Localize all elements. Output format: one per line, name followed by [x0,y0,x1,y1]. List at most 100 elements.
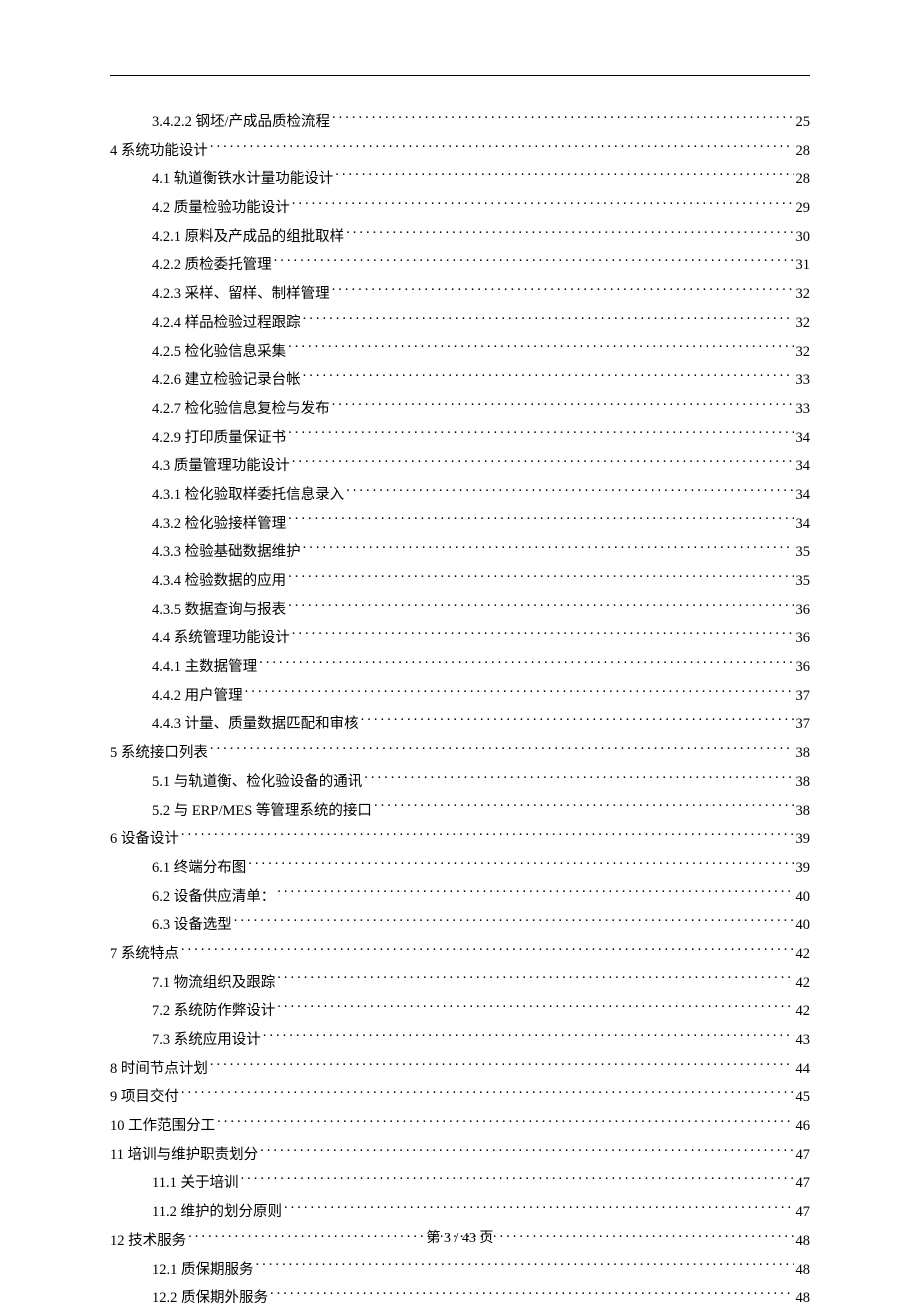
toc-label: 4.2.2 质检委托管理 [152,254,272,277]
toc-entry: 6.2 设备供应清单：40 [110,886,810,909]
toc-leader-dots [361,714,794,729]
toc-entry: 4 系统功能设计28 [110,140,810,163]
toc-entry: 11.2 维护的划分原则47 [110,1201,810,1224]
toc-leader-dots [288,599,793,614]
toc-label: 12.2 质保期外服务 [152,1287,268,1310]
toc-leader-dots [346,484,793,499]
toc-page-number: 36 [796,599,811,622]
toc-entry: 7.3 系统应用设计43 [110,1029,810,1052]
toc-leader-dots [277,972,793,987]
toc-leader-dots [263,1030,794,1045]
toc-page-number: 34 [796,513,811,536]
toc-page-number: 40 [796,914,811,937]
toc-label: 7 系统特点 [110,943,179,966]
toc-label: 4.2.9 打印质量保证书 [152,427,286,450]
toc-leader-dots [270,1288,794,1303]
toc-label: 4.2.7 检化验信息复检与发布 [152,398,330,421]
toc-leader-dots [240,1173,793,1188]
toc-entry: 4.3.4 检验数据的应用 35 [110,570,810,593]
toc-entry: 12.2 质保期外服务 48 [110,1287,810,1310]
toc-label: 4.3.3 检验基础数据维护 [152,541,301,564]
toc-label: 4.4 系统管理功能设计 [152,627,290,650]
toc-label: 4.3.1 检化验取样委托信息录入 [152,484,344,507]
toc-leader-dots [332,284,794,299]
toc-leader-dots [303,542,794,557]
toc-entry: 4.2.5 检化验信息采集 32 [110,341,810,364]
toc-leader-dots [292,198,794,213]
toc-leader-dots [335,169,793,184]
toc-leader-dots [181,943,794,958]
toc-label: 4.2.6 建立检验记录台帐 [152,369,301,392]
toc-entry: 4.2.9 打印质量保证书34 [110,427,810,450]
toc-entry: 4.3.5 数据查询与报表36 [110,599,810,622]
toc-page-number: 25 [796,111,811,134]
toc-page-number: 32 [796,312,811,335]
toc-label: 4.1 轨道衡铁水计量功能设计 [152,168,333,191]
page-content: 3.4.2.2 钢坯/产成品质检流程25 4 系统功能设计28 4.1 轨道衡铁水计… [0,0,920,1310]
toc-leader-dots [288,427,793,442]
table-of-contents: 3.4.2.2 钢坯/产成品质检流程25 4 系统功能设计28 4.1 轨道衡铁水计… [110,111,810,1310]
toc-label: 4 系统功能设计 [110,140,208,163]
toc-label: 4.2.5 检化验信息采集 [152,341,286,364]
toc-leader-dots [292,628,794,643]
toc-entry: 4.3.2 检化验接样管理34 [110,513,810,536]
toc-leader-dots [181,829,794,844]
toc-leader-dots [210,140,794,155]
toc-label: 12.1 质保期服务 [152,1259,254,1282]
toc-leader-dots [274,255,794,270]
toc-entry: 4.4.2 用户管理37 [110,685,810,708]
toc-label: 5.2 与 ERP/MES 等管理系统的接口 [152,800,372,823]
toc-entry: 4.4 系统管理功能设计 36 [110,627,810,650]
toc-page-number: 35 [796,570,811,593]
toc-page-number: 33 [796,398,811,421]
toc-page-number: 37 [796,713,811,736]
toc-leader-dots [248,857,793,872]
toc-label: 4.2.4 样品检验过程跟踪 [152,312,301,335]
toc-entry: 5 系统接口列表38 [110,742,810,765]
toc-leader-dots [364,771,793,786]
toc-page-number: 32 [796,341,811,364]
toc-page-number: 36 [796,627,811,650]
toc-page-number: 35 [796,541,811,564]
toc-entry: 12.1 质保期服务48 [110,1259,810,1282]
toc-label: 4.2 质量检验功能设计 [152,197,290,220]
toc-entry: 4.3.1 检化验取样委托信息录入 34 [110,484,810,507]
toc-page-number: 29 [796,197,811,220]
toc-entry: 3.4.2.2 钢坯/产成品质检流程25 [110,111,810,134]
toc-label: 4.4.3 计量、质量数据匹配和审核 [152,713,359,736]
toc-label: 10 工作范围分工 [110,1115,215,1138]
toc-leader-dots [245,685,794,700]
toc-leader-dots [346,226,793,241]
toc-page-number: 42 [796,972,811,995]
toc-leader-dots [181,1087,794,1102]
toc-page-number: 39 [796,857,811,880]
toc-entry: 6 设备设计39 [110,828,810,851]
toc-page-number: 42 [796,943,811,966]
toc-label: 4.3.4 检验数据的应用 [152,570,286,593]
toc-page-number: 34 [796,484,811,507]
toc-leader-dots [217,1116,793,1131]
toc-leader-dots [234,915,794,930]
toc-entry: 9 项目交付 45 [110,1086,810,1109]
toc-leader-dots [284,1202,794,1217]
toc-leader-dots [332,398,794,413]
toc-label: 5.1 与轨道衡、检化验设备的通讯 [152,771,362,794]
toc-entry: 4.4.3 计量、质量数据匹配和审核 37 [110,713,810,736]
toc-page-number: 38 [796,771,811,794]
toc-label: 4.3 质量管理功能设计 [152,455,290,478]
toc-page-number: 37 [796,685,811,708]
toc-page-number: 45 [796,1086,811,1109]
toc-entry: 4.3 质量管理功能设计34 [110,455,810,478]
page-footer: 第 3 / 43 页 [0,1227,920,1247]
toc-leader-dots [332,112,793,127]
toc-label: 9 项目交付 [110,1086,179,1109]
toc-entry: 4.2.2 质检委托管理31 [110,254,810,277]
toc-page-number: 48 [796,1287,811,1310]
toc-entry: 5.1 与轨道衡、检化验设备的通讯 38 [110,771,810,794]
toc-entry: 7 系统特点 42 [110,943,810,966]
toc-leader-dots [277,886,793,901]
toc-entry: 4.2.3 采样、留样、制样管理32 [110,283,810,306]
toc-entry: 7.1 物流组织及跟踪42 [110,972,810,995]
toc-label: 8 时间节点计划 [110,1058,208,1081]
toc-leader-dots [210,743,794,758]
